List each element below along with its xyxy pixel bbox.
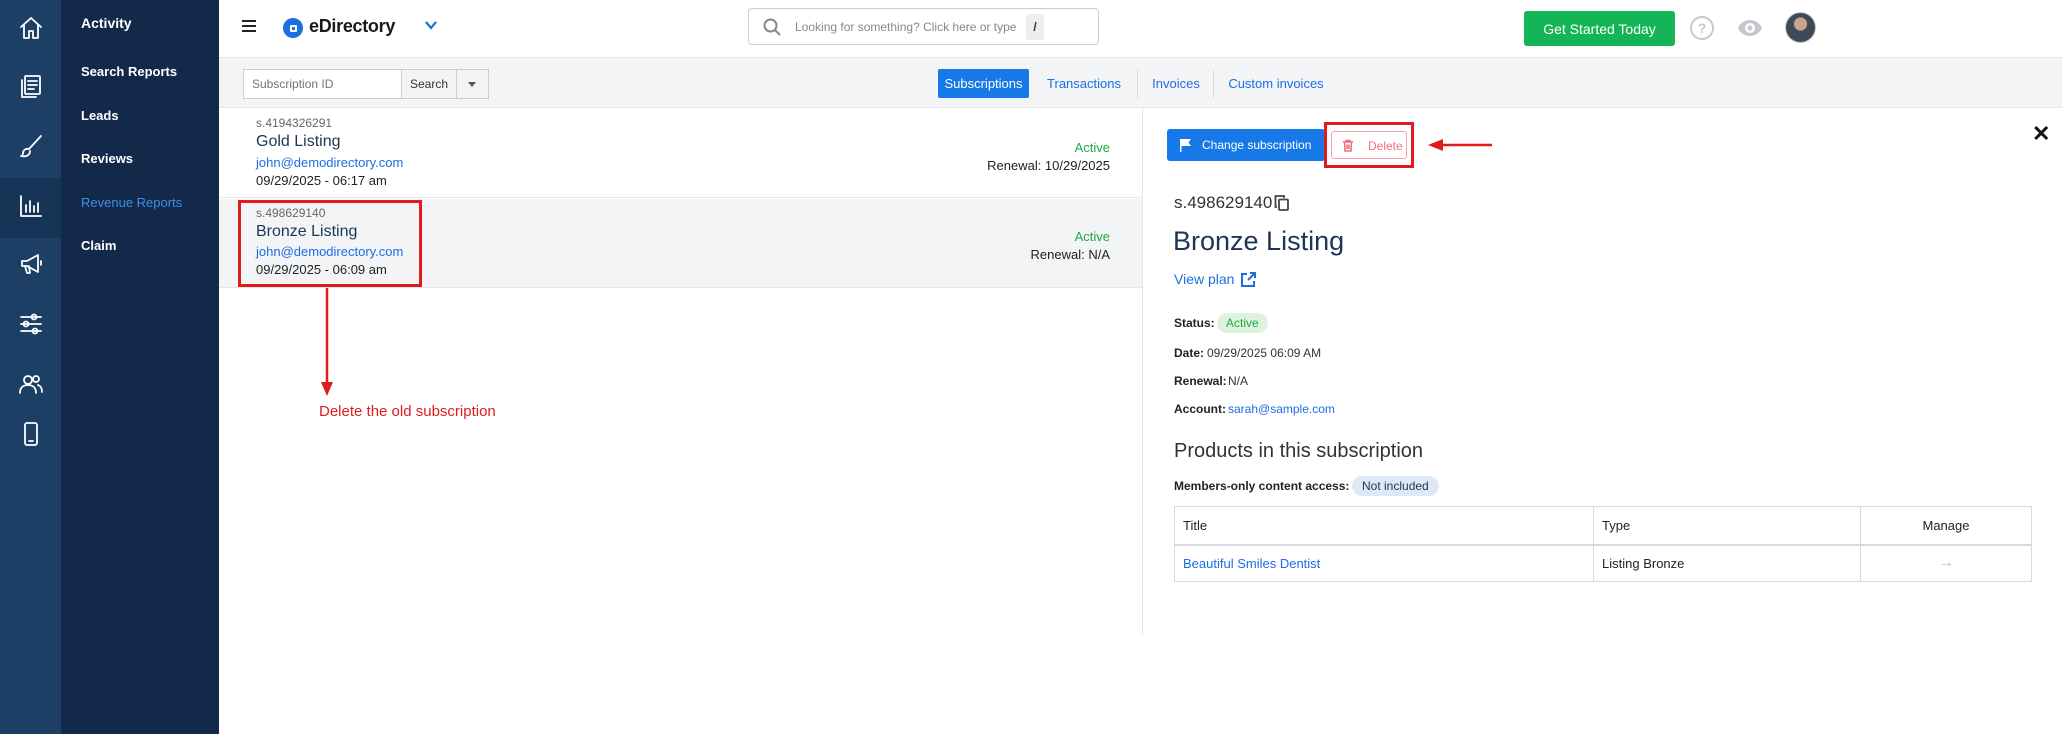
close-icon[interactable]: ✕ [2032, 122, 2050, 146]
search-shortcut-key: / [1026, 14, 1044, 40]
icon-rail [0, 0, 61, 734]
brand-name[interactable]: eDirectory [309, 16, 395, 37]
members-access-label: Members-only content access: [1174, 479, 1350, 493]
copy-icon[interactable] [1274, 195, 1289, 211]
tab-divider [1137, 70, 1138, 98]
flag-icon [1180, 139, 1191, 152]
subscription-email[interactable]: john@demodirectory.com [256, 155, 403, 170]
menu-item-claim[interactable]: Claim [81, 238, 116, 253]
renewal-text: Renewal: N/A [1030, 247, 1110, 262]
column-header-type: Type [1593, 506, 1861, 546]
renewal-value: N/A [1228, 374, 1249, 388]
column-header-title: Title [1174, 506, 1594, 546]
subscription-title: Gold Listing [256, 133, 341, 150]
renewal-label: Renewal: [1174, 374, 1227, 388]
tab-subscriptions[interactable]: Subscriptions [938, 69, 1029, 98]
chart-icon [17, 192, 45, 225]
highlight-box-delete [1324, 122, 1414, 168]
documents-icon [17, 72, 45, 105]
search-options-dropdown[interactable] [457, 69, 489, 99]
tab-custom-invoices[interactable]: Custom invoices [1221, 69, 1331, 98]
side-menu: Activity Search Reports Leads Reviews Re… [61, 0, 219, 734]
help-icon[interactable]: ? [1690, 16, 1714, 40]
date-value: 09/29/2025 06:09 AM [1207, 346, 1322, 360]
menu-item-leads[interactable]: Leads [81, 108, 119, 123]
status-text: Active [1074, 140, 1110, 155]
tab-divider [1213, 70, 1214, 98]
account-email-link[interactable]: sarah@sample.com [1228, 402, 1335, 416]
subscription-date: 09/29/2025 - 06:17 am [256, 173, 387, 188]
highlight-box-bronze-listing [238, 200, 422, 287]
products-heading: Products in this subscription [1174, 440, 1424, 462]
annotation-text: Delete the old subscription [319, 403, 496, 420]
panel-divider [1142, 108, 1143, 634]
tab-invoices[interactable]: Invoices [1145, 69, 1207, 98]
product-type: Listing Bronze [1593, 544, 1861, 582]
manage-cell: → [1860, 544, 2032, 582]
change-subscription-button[interactable]: Change subscription [1167, 129, 1325, 161]
subscriptions-toolbar: Search Subscriptions Transactions Invoic… [219, 58, 2062, 108]
subscription-search-button[interactable]: Search [401, 69, 457, 99]
rail-design[interactable] [0, 118, 61, 178]
rail-marketing[interactable] [0, 236, 61, 296]
status-badge: Active [1217, 313, 1268, 333]
sliders-icon [17, 310, 45, 343]
subscription-id-input[interactable] [243, 69, 401, 99]
view-plan-link[interactable]: View plan [1174, 271, 1234, 287]
home-icon [17, 14, 45, 47]
annotation-arrowhead-down [321, 382, 333, 396]
menu-item-activity[interactable]: Activity [81, 15, 132, 31]
rail-reports[interactable] [0, 178, 61, 238]
product-title-link[interactable]: Beautiful Smiles Dentist [1174, 544, 1594, 582]
caret-down-icon [468, 82, 476, 87]
members-access-badge: Not included [1352, 476, 1439, 496]
tab-transactions[interactable]: Transactions [1039, 69, 1129, 98]
search-placeholder: Looking for something? Click here or typ… [795, 20, 1017, 34]
rail-mobile[interactable] [0, 406, 61, 466]
column-header-manage: Manage [1860, 506, 2032, 546]
detail-title: Bronze Listing [1173, 226, 1345, 256]
menu-item-reviews[interactable]: Reviews [81, 151, 133, 166]
external-link-icon[interactable] [1240, 271, 1257, 288]
eye-icon[interactable] [1737, 19, 1763, 37]
account-label: Account: [1174, 402, 1226, 416]
rail-documents[interactable] [0, 58, 61, 118]
menu-item-revenue-reports[interactable]: Revenue Reports [81, 195, 182, 210]
hamburger-icon[interactable] [242, 20, 256, 33]
menu-item-search-reports[interactable]: Search Reports [81, 64, 177, 79]
subscription-id: s.4194326291 [256, 116, 333, 130]
megaphone-icon [17, 250, 45, 283]
date-label: Date: [1174, 346, 1205, 360]
search-icon [763, 18, 781, 36]
status-text: Active [1074, 229, 1110, 244]
get-started-button[interactable]: Get Started Today [1524, 11, 1675, 46]
table-header-row: Title Type Manage [1174, 506, 2032, 546]
global-search-input[interactable]: Looking for something? Click here or typ… [748, 8, 1099, 45]
status-label: Status: [1174, 316, 1215, 330]
chevron-down-icon[interactable] [424, 18, 438, 32]
rail-settings[interactable] [0, 296, 61, 356]
users-icon [17, 370, 45, 403]
detail-subscription-id: s.498629140 [1174, 193, 1273, 212]
avatar[interactable] [1785, 12, 1816, 43]
products-table: Title Type Manage Beautiful Smiles Denti… [1174, 506, 2032, 582]
brush-icon [17, 132, 45, 165]
mobile-icon [17, 420, 45, 453]
change-subscription-label: Change subscription [1202, 138, 1312, 152]
brand-logo-icon [283, 18, 303, 38]
renewal-text: Renewal: 10/29/2025 [987, 158, 1110, 173]
arrow-right-icon[interactable]: → [1938, 554, 1954, 571]
rail-home[interactable] [0, 0, 61, 60]
table-row: Beautiful Smiles Dentist Listing Bronze … [1174, 544, 2032, 582]
annotation-arrowhead-left [1428, 139, 1443, 151]
list-item[interactable]: s.4194326291 Gold Listing john@demodirec… [219, 109, 1142, 198]
